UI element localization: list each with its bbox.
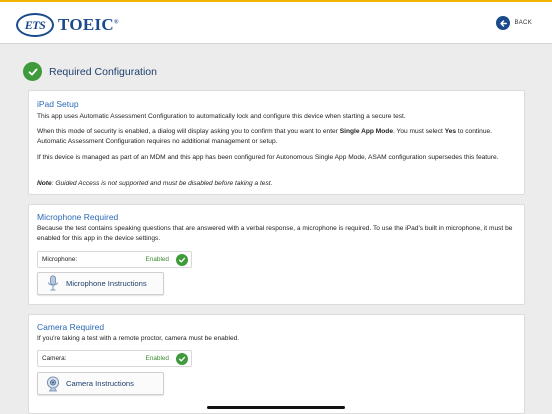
note-text: : Guided Access is not supported and mus… xyxy=(51,180,273,187)
single-app-mode-text: Single App Mode xyxy=(339,128,393,135)
microphone-title: Microphone Required xyxy=(37,212,119,222)
ipad-setup-title: iPad Setup xyxy=(37,99,79,109)
back-label: BACK xyxy=(514,20,532,26)
camera-status: Camera: Enabled xyxy=(37,350,192,367)
home-indicator[interactable] xyxy=(207,406,345,409)
dialog-info-text-c: . You must select xyxy=(393,128,445,135)
dialog-info-text-a: When this mode of security is enabled, a… xyxy=(37,128,340,135)
enabled-check-icon xyxy=(176,254,188,266)
microphone-description: Because the test contains speaking quest… xyxy=(37,225,513,242)
registered-mark: ® xyxy=(114,19,119,26)
microphone-status: Microphone: Enabled xyxy=(37,251,192,268)
yes-text: Yes xyxy=(444,128,457,135)
microphone-status-value: Enabled xyxy=(145,256,169,263)
ipad-setup-note: Note: Guided Access is not supported and… xyxy=(37,179,514,189)
camera-card: Camera Required If you're taking a test … xyxy=(28,314,525,414)
microphone-instructions-label: Microphone Instructions xyxy=(66,279,147,288)
camera-title: Camera Required xyxy=(37,322,105,332)
checkmark-circle-icon xyxy=(23,62,42,81)
camera-description: If you're taking a test with a remote pr… xyxy=(37,335,240,342)
ipad-setup-dialog-info: When this mode of security is enabled, a… xyxy=(37,127,514,147)
camera-instructions-label: Camera Instructions xyxy=(66,379,134,388)
page-title: Required Configuration xyxy=(49,65,157,78)
back-arrow-icon xyxy=(496,16,511,30)
webcam-icon xyxy=(43,375,63,393)
microphone-instructions-button[interactable]: Microphone Instructions xyxy=(37,272,164,295)
enabled-check-icon xyxy=(176,353,188,365)
ipad-setup-intro: This app uses Automatic Assessment Confi… xyxy=(37,113,406,120)
microphone-icon xyxy=(43,275,63,293)
microphone-card: Microphone Required Because the test con… xyxy=(28,204,525,305)
ipad-setup-card: iPad Setup This app uses Automatic Asses… xyxy=(28,90,525,195)
ets-logo-oval: ETS xyxy=(16,13,54,37)
camera-instructions-button[interactable]: Camera Instructions xyxy=(37,372,164,395)
ets-toeic-logo: ETS TOEIC® xyxy=(16,11,119,39)
camera-status-label: Camera: xyxy=(42,355,67,362)
toeic-logo-text: TOEIC® xyxy=(58,15,119,35)
toeic-brand-text: TOEIC xyxy=(58,15,114,34)
microphone-status-label: Microphone: xyxy=(42,256,78,263)
top-bar: ETS TOEIC® BACK xyxy=(0,0,552,44)
page-heading: Required Configuration xyxy=(23,62,157,81)
camera-status-value: Enabled xyxy=(145,355,169,362)
note-label: Note xyxy=(37,180,52,187)
ipad-setup-mdm-info: If this device is managed as part of an … xyxy=(37,154,499,161)
back-button[interactable]: BACK xyxy=(496,16,532,30)
